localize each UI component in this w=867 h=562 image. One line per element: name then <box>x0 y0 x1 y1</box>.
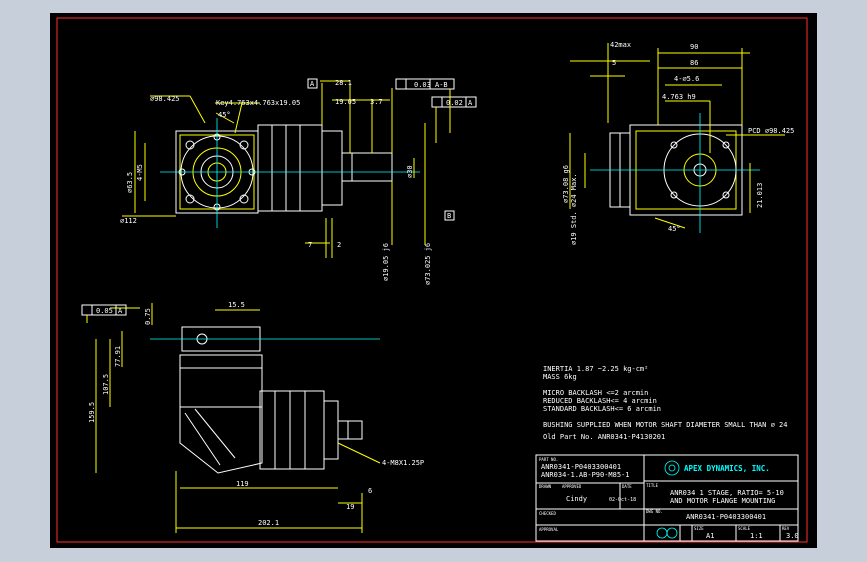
bottom-d3: 77.91 <box>114 346 122 367</box>
right-d3: 90 <box>690 43 698 51</box>
cad-drawing: ⌀98.425 Key4.763x4.763x19.05 45° ⌀63.5 4… <box>56 17 808 543</box>
right-holes: 4-⌀5.6 <box>674 75 699 83</box>
dwg-caption: DWG NO. <box>646 509 663 514</box>
side-d4: 7 <box>308 241 312 249</box>
spec-line-3: MICRO BACKLASH <=2 arcmin <box>543 389 648 397</box>
right-angle: 45° <box>668 225 681 233</box>
bottom-d2: 0.75 <box>144 308 152 325</box>
spec-line-6: BUSHING SUPPLIED WHEN MOTOR SHAFT DIAMET… <box>543 421 787 429</box>
shaft-d3-label: ⌀30 <box>406 165 414 178</box>
side-d1: 28.1 <box>335 79 352 87</box>
spec-line-5: STANDARD BACKLASH<= 6 arcmin <box>543 405 661 413</box>
side-d5: 2 <box>337 241 341 249</box>
title-block-text: PART NO. ANR0341-P0403300401 ANR034-1.AB… <box>539 457 799 540</box>
drawn-caption: DRAWN <box>539 484 552 489</box>
title-line-2: AND MOTOR FLANGE MOUNTING <box>670 497 775 505</box>
dwg-number: ANR0341-P0403300401 <box>686 513 766 521</box>
runout1-label: 0.03 <box>414 81 431 89</box>
part-no-caption: PART NO. <box>539 457 558 462</box>
approval-caption: APPROVAL <box>539 527 559 532</box>
bottom-d6: 119 <box>236 480 249 488</box>
front-view-labels: ⌀98.425 Key4.763x4.763x19.05 45° ⌀63.5 4… <box>120 95 300 225</box>
key-label: Key4.763x4.763x19.05 <box>216 99 300 107</box>
revision: 3.0 <box>786 532 799 540</box>
drawing-date: 02-Oct-18 <box>609 497 636 503</box>
drawing-scale: 1:1 <box>750 532 763 540</box>
right-view <box>569 43 785 233</box>
part-no-1: ANR0341-P0403300401 <box>541 463 621 471</box>
front-view <box>122 95 420 228</box>
side-d3: 3.7 <box>370 98 383 106</box>
bottom-d1: 15.5 <box>228 301 245 309</box>
runout1-ref-label: A-B <box>435 81 448 89</box>
bolt-dim-label: ⌀112 <box>120 217 137 225</box>
right-height: 21.013 <box>756 183 764 208</box>
pilot-dim-label: ⌀63.5 <box>126 172 134 193</box>
spec-notes: INERTIA 1.87 ~2.25 kg-cm² MASS 6kg MICRO… <box>543 365 787 441</box>
right-d-left: ⌀73.08 g6 <box>562 165 570 203</box>
drawn-by: Cindy <box>566 495 587 503</box>
part-no-2: ANR034-1.AB-P90-M85-1 <box>541 471 630 479</box>
shaft-d1-label: ⌀19.05 j6 <box>382 243 390 281</box>
company-name: APEX DYNAMICS, INC. <box>684 464 770 473</box>
runout2-ref-label: A <box>468 99 473 107</box>
flatness-label: 0.05 <box>96 307 113 315</box>
title-caption: TITLE <box>646 483 659 488</box>
bottom-d4: 107.5 <box>102 374 110 395</box>
bottom-d8: 19 <box>346 503 354 511</box>
datum-b-label: B <box>447 212 451 220</box>
hole-dim-label: 4-M5 <box>136 164 144 181</box>
spec-line-2: MASS 6kg <box>543 373 577 381</box>
spec-line-4: REDUCED BACKLASH<= 4 arcmin <box>543 397 657 405</box>
size-caption: SIZE <box>694 526 704 531</box>
right-view-labels: 42max 5 90 86 4-⌀5.6 4.763 h9 PCD ⌀98.42… <box>562 41 794 245</box>
right-key-h: 4.763 h9 <box>662 93 696 101</box>
scale-caption: SCALE <box>738 526 751 531</box>
rev-caption: REV <box>782 526 790 531</box>
right-pcd: PCD ⌀98.425 <box>748 127 794 135</box>
thread-label: 4-M8X1.25P <box>382 459 424 467</box>
bottom-d7: 6 <box>368 487 372 495</box>
bottom-d9: 202.1 <box>258 519 279 527</box>
runout2-label: 0.02 <box>446 99 463 107</box>
sheet-size: A1 <box>706 532 714 540</box>
right-d1: 42max <box>610 41 631 49</box>
right-d-small: ⌀19 Std. ⌀24 Max. <box>570 173 578 245</box>
date-caption: DATE <box>622 484 632 489</box>
title-line-1: ANR034 1 STAGE, RATIO= 5-10 <box>670 489 784 497</box>
bottom-view <box>81 303 381 533</box>
angle-left-label: 45° <box>218 111 231 119</box>
datum-a-label: A <box>310 80 315 88</box>
drawing-viewport[interactable]: ⌀98.425 Key4.763x4.763x19.05 45° ⌀63.5 4… <box>50 13 817 548</box>
spec-line-1: INERTIA 1.87 ~2.25 kg-cm² <box>543 365 648 373</box>
side-d2: 19.05 <box>335 98 356 106</box>
right-d4: 86 <box>690 59 698 67</box>
approved-caption: APPROVED <box>562 484 582 489</box>
pcd-left-label: ⌀98.425 <box>150 95 180 103</box>
side-view-labels: 28.1 19.05 3.7 7 2 A 0.03 A-B 0.02 A B ⌀… <box>308 79 473 285</box>
shaft-d2-label: ⌀73.025 j6 <box>424 243 432 285</box>
bottom-view-labels: 0.05 A 15.5 0.75 77.91 107.5 159.5 119 6… <box>88 301 424 527</box>
right-d2: 5 <box>612 59 616 67</box>
checked-caption: CHECKED <box>539 511 556 516</box>
bottom-d5: 159.5 <box>88 402 96 423</box>
spec-line-7: Old Part No. ANR0341-P4130201 <box>543 433 665 441</box>
